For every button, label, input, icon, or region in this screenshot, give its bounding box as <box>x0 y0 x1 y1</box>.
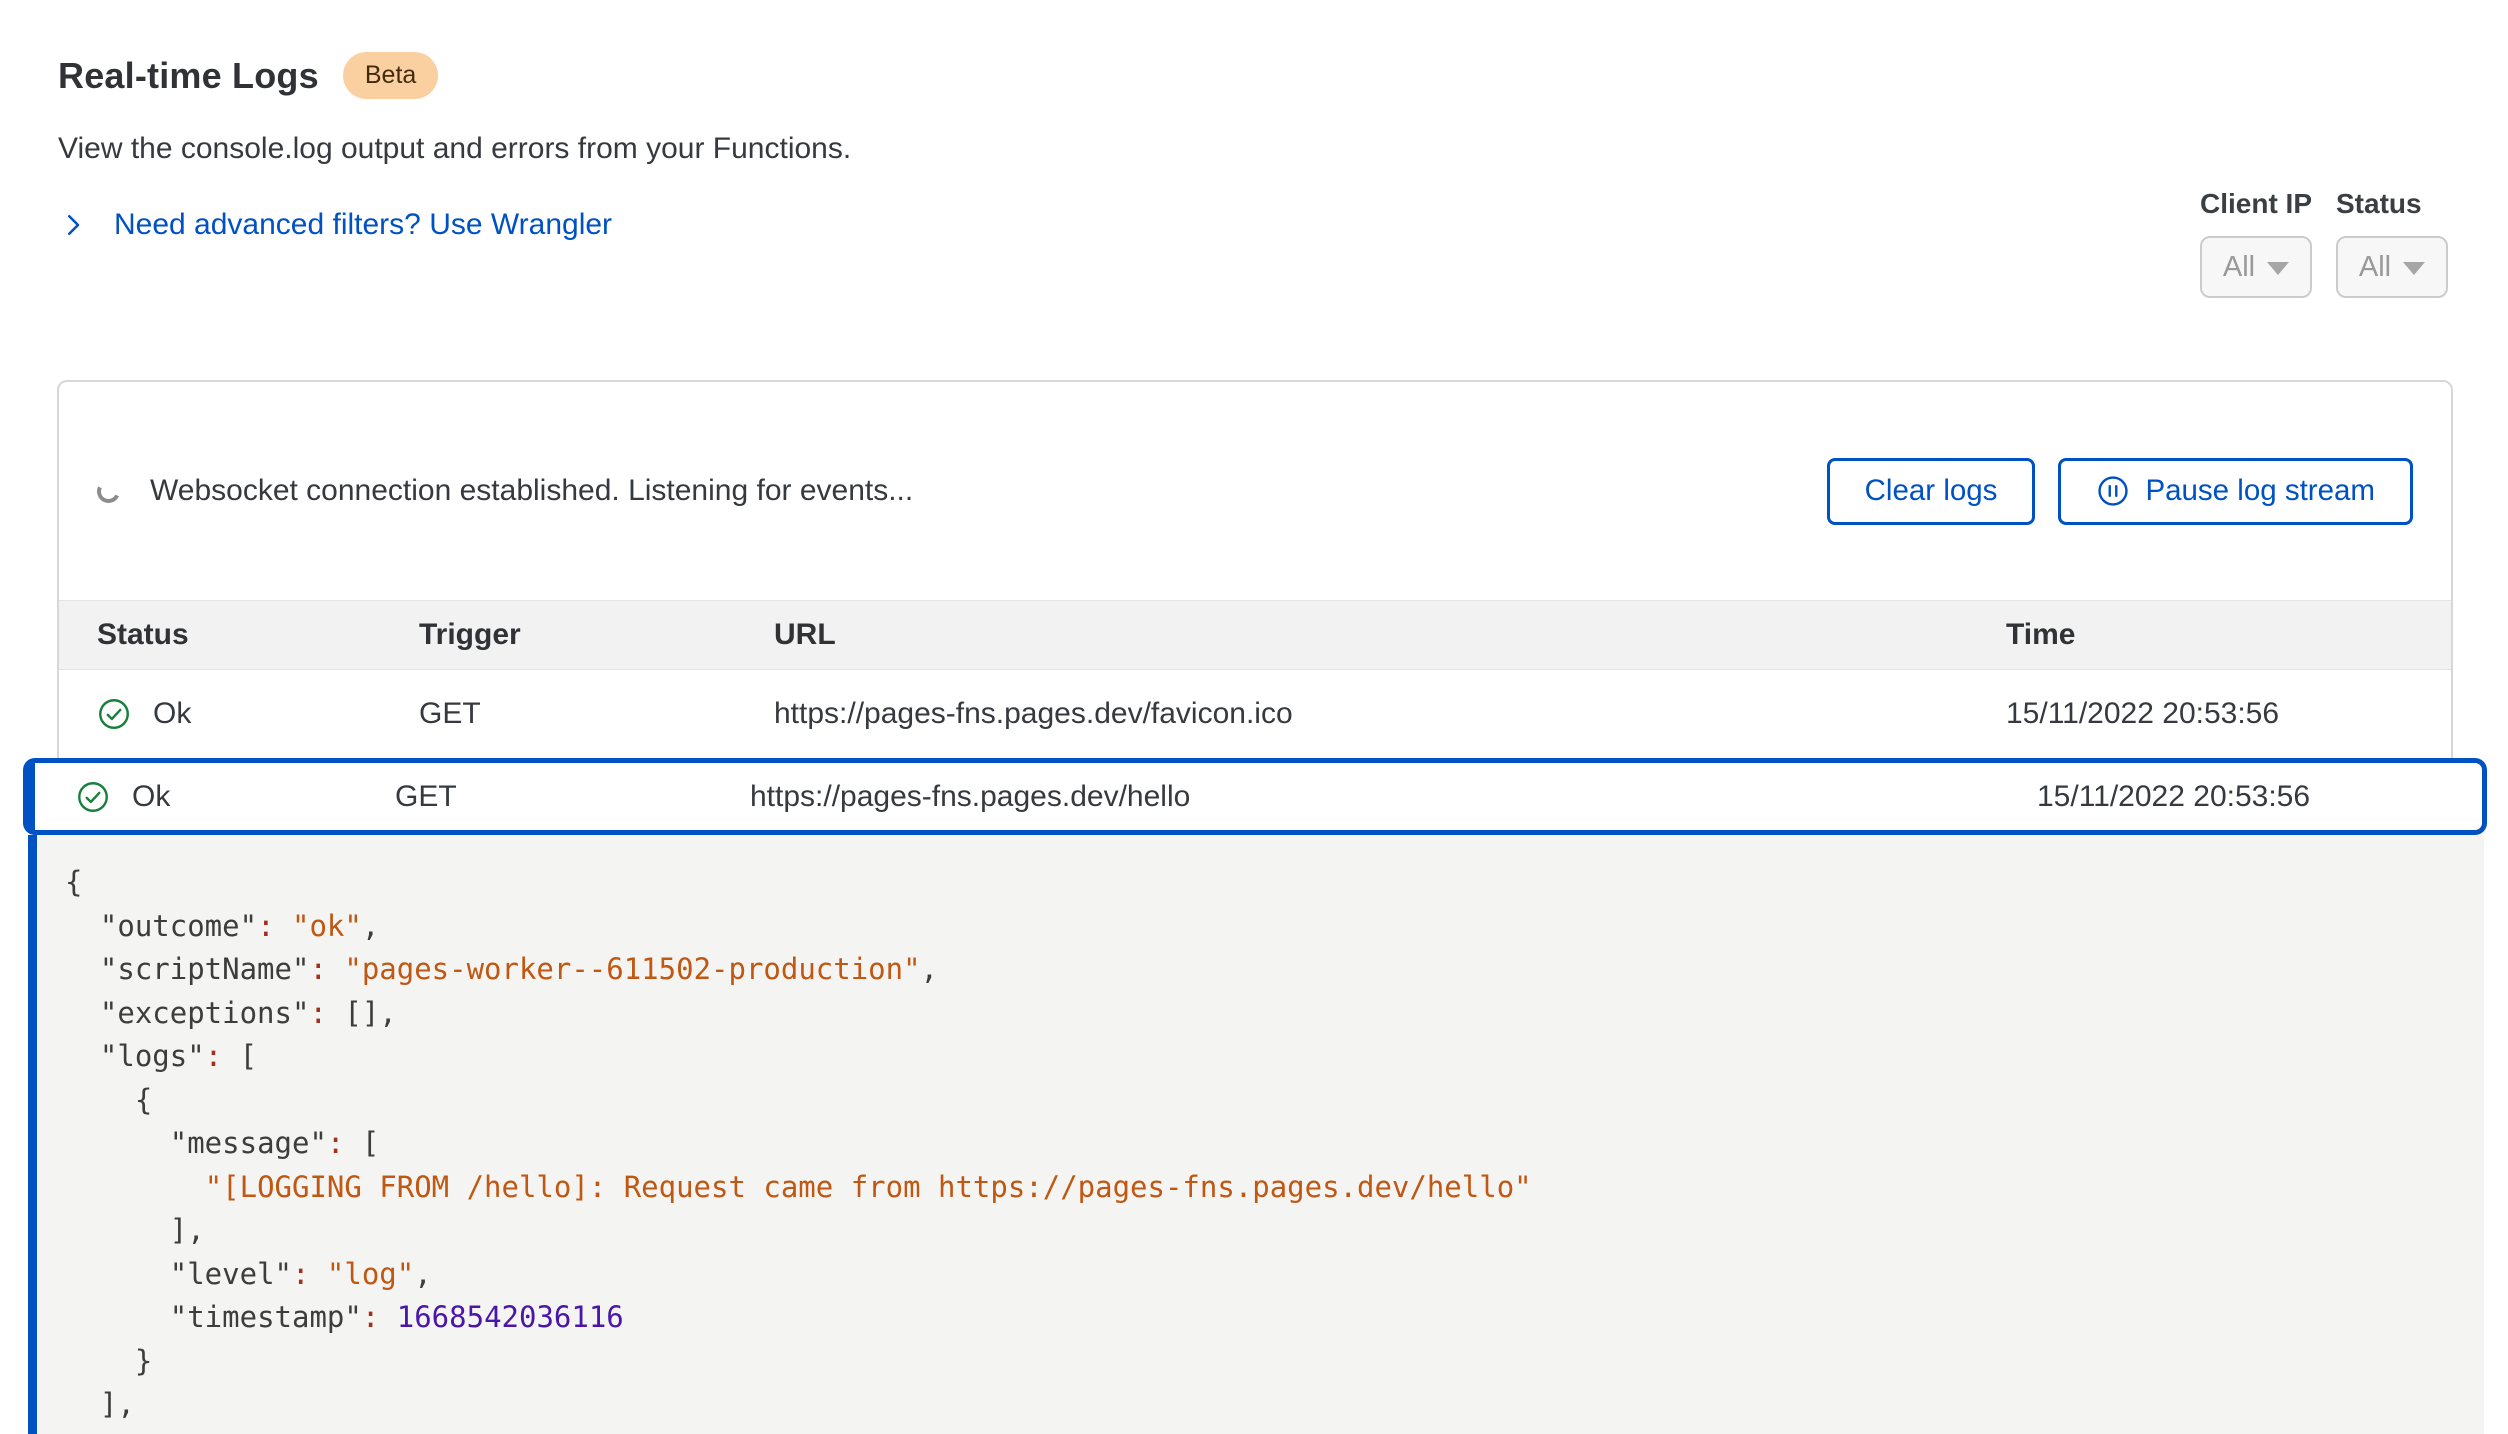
status-ok-icon <box>76 780 110 814</box>
status-filter-label: Status <box>2336 188 2448 220</box>
code-line: "scriptName": "pages-worker--611502-prod… <box>65 948 2484 992</box>
code-line: "timestamp": 1668542036116 <box>65 1296 2484 1340</box>
pause-log-stream-label: Pause log stream <box>2145 474 2375 508</box>
row-trigger: GET <box>419 697 774 731</box>
client-ip-filter-value: All <box>2223 251 2255 284</box>
row-time: 15/11/2022 20:53:56 <box>2037 780 2482 814</box>
page-title: Real-time Logs <box>58 55 319 97</box>
column-header-time: Time <box>2006 618 2451 652</box>
wrangler-link-label: Need advanced filters? Use Wrangler <box>114 208 612 242</box>
table-row[interactable]: Ok GET https://pages-fns.pages.dev/favic… <box>59 670 2451 758</box>
pause-icon <box>2096 474 2130 508</box>
page-header: Real-time Logs Beta View the console.log… <box>58 52 2048 242</box>
code-line: { <box>65 1079 2484 1123</box>
code-line: "message": [ <box>65 1122 2484 1166</box>
expanded-log-entry: Ok GET https://pages-fns.pages.dev/hello… <box>23 758 2487 1434</box>
status-filter-dropdown[interactable]: All <box>2336 236 2448 298</box>
spinner-icon <box>94 476 123 505</box>
row-url: https://pages-fns.pages.dev/favicon.ico <box>774 697 2006 731</box>
row-status: Ok <box>153 697 191 731</box>
row-status: Ok <box>132 780 170 814</box>
code-line: } <box>65 1340 2484 1384</box>
log-filters: Client IP All Status All <box>2200 188 2448 298</box>
code-line: "level": "log", <box>65 1253 2484 1297</box>
client-ip-filter-label: Client IP <box>2200 188 2312 220</box>
column-header-status: Status <box>59 618 419 652</box>
log-table-header: Status Trigger URL Time <box>59 600 2451 670</box>
clear-logs-button[interactable]: Clear logs <box>1827 458 2036 525</box>
row-time: 15/11/2022 20:53:56 <box>2006 697 2451 731</box>
code-line: "exceptions": [], <box>65 992 2484 1036</box>
code-line: ], <box>65 1383 2484 1427</box>
caret-down-icon <box>2403 262 2425 275</box>
websocket-status-message: Websocket connection established. Listen… <box>150 474 913 508</box>
page-description: View the console.log output and errors f… <box>58 132 2048 166</box>
column-header-url: URL <box>774 618 2006 652</box>
code-line: "outcome": "ok", <box>65 905 2484 949</box>
websocket-status-bar: Websocket connection established. Listen… <box>59 382 2451 600</box>
caret-down-icon <box>2267 262 2289 275</box>
row-url: https://pages-fns.pages.dev/hello <box>750 780 2037 814</box>
code-line: "[LOGGING FROM /hello]: Request came fro… <box>65 1166 2484 1210</box>
chevron-right-icon <box>58 210 88 240</box>
beta-badge: Beta <box>343 52 438 99</box>
code-line: ], <box>65 1209 2484 1253</box>
status-ok-icon <box>97 697 131 731</box>
logs-panel: Websocket connection established. Listen… <box>57 380 2453 1434</box>
log-detail-json: { "outcome": "ok", "scriptName": "pages-… <box>28 835 2484 1434</box>
table-row-selected[interactable]: Ok GET https://pages-fns.pages.dev/hello… <box>23 758 2487 835</box>
column-header-trigger: Trigger <box>419 618 774 652</box>
row-trigger: GET <box>395 780 750 814</box>
clear-logs-label: Clear logs <box>1865 474 1998 508</box>
client-ip-filter-dropdown[interactable]: All <box>2200 236 2312 298</box>
code-line: "logs": [ <box>65 1035 2484 1079</box>
status-filter-value: All <box>2359 251 2391 284</box>
code-line: { <box>65 861 2484 905</box>
wrangler-filters-link[interactable]: Need advanced filters? Use Wrangler <box>58 208 612 242</box>
pause-log-stream-button[interactable]: Pause log stream <box>2058 458 2413 525</box>
